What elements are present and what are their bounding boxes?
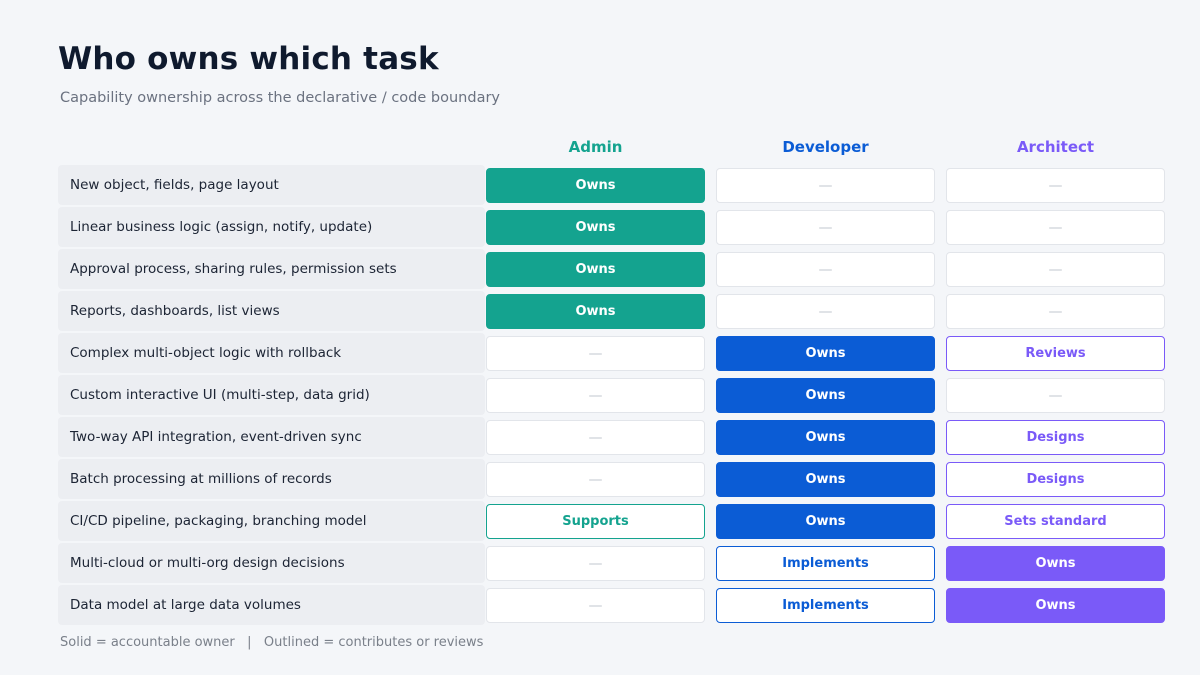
task-label: Custom interactive UI (multi-step, data … <box>70 387 370 403</box>
task-label: New object, fields, page layout <box>70 177 279 193</box>
task-label: Data model at large data volumes <box>70 597 301 613</box>
cell-developer: — <box>716 294 935 329</box>
cell-admin: Supports <box>486 504 705 539</box>
task-label: Batch processing at millions of records <box>70 471 332 487</box>
matrix-row: Batch processing at millions of records —… <box>58 459 1168 501</box>
cell-admin: Owns <box>486 210 705 245</box>
ownership-matrix: New object, fields, page layout Owns — — Lin… <box>58 165 1168 627</box>
task-label: Multi-cloud or multi-org design decision… <box>70 555 345 571</box>
matrix-row: CI/CD pipeline, packaging, branching mod… <box>58 501 1168 543</box>
cell-developer: Owns <box>716 336 935 371</box>
matrix-row: Approval process, sharing rules, permiss… <box>58 249 1168 291</box>
task-label: Approval process, sharing rules, permiss… <box>70 261 397 277</box>
cell-developer: — <box>716 252 935 287</box>
cell-architect: — <box>946 252 1165 287</box>
cell-architect: — <box>946 378 1165 413</box>
matrix-row: Reports, dashboards, list views Owns — — <box>58 291 1168 333</box>
cell-developer: Owns <box>716 420 935 455</box>
cell-admin: — <box>486 546 705 581</box>
cell-developer: Owns <box>716 504 935 539</box>
cell-admin: Owns <box>486 294 705 329</box>
cell-developer: — <box>716 168 935 203</box>
cell-developer: Owns <box>716 462 935 497</box>
matrix-row: Multi-cloud or multi-org design decision… <box>58 543 1168 585</box>
cell-architect: Reviews <box>946 336 1165 371</box>
task-label: Reports, dashboards, list views <box>70 303 280 319</box>
cell-admin: Owns <box>486 252 705 287</box>
cell-developer: — <box>716 210 935 245</box>
page-subtitle: Capability ownership across the declarat… <box>60 90 500 106</box>
cell-developer: Implements <box>716 546 935 581</box>
matrix-row: Custom interactive UI (multi-step, data … <box>58 375 1168 417</box>
matrix-row: Data model at large data volumes — Impleme… <box>58 585 1168 627</box>
task-label: Complex multi-object logic with rollback <box>70 345 342 361</box>
cell-architect: — <box>946 210 1165 245</box>
cell-admin: — <box>486 588 705 623</box>
matrix-row: Complex multi-object logic with rollback… <box>58 333 1168 375</box>
column-header-architect: Architect <box>1016 138 1095 156</box>
cell-architect: Designs <box>946 420 1165 455</box>
task-label: Two-way API integration, event-driven sy… <box>70 429 362 445</box>
task-label: CI/CD pipeline, packaging, branching mod… <box>70 513 367 529</box>
cell-developer: Implements <box>716 588 935 623</box>
cell-architect: Owns <box>946 546 1165 581</box>
cell-architect: — <box>946 168 1165 203</box>
cell-admin: Owns <box>486 168 705 203</box>
matrix-row: Linear business logic (assign, notify, u… <box>58 207 1168 249</box>
cell-architect: Owns <box>946 588 1165 623</box>
cell-admin: — <box>486 378 705 413</box>
cell-developer: Owns <box>716 378 935 413</box>
legend: Solid = accountable owner | Outlined = c… <box>60 635 484 650</box>
matrix-row: New object, fields, page layout Owns — — <box>58 165 1168 207</box>
page-title: Who owns which task <box>58 41 439 77</box>
cell-admin: — <box>486 336 705 371</box>
matrix-row: Two-way API integration, event-driven sy… <box>58 417 1168 459</box>
cell-architect: — <box>946 294 1165 329</box>
column-header-admin: Admin <box>568 138 623 156</box>
cell-admin: — <box>486 420 705 455</box>
column-header-developer: Developer <box>782 138 869 156</box>
cell-admin: — <box>486 462 705 497</box>
cell-architect: Designs <box>946 462 1165 497</box>
cell-architect: Sets standard <box>946 504 1165 539</box>
task-label: Linear business logic (assign, notify, u… <box>70 219 373 235</box>
